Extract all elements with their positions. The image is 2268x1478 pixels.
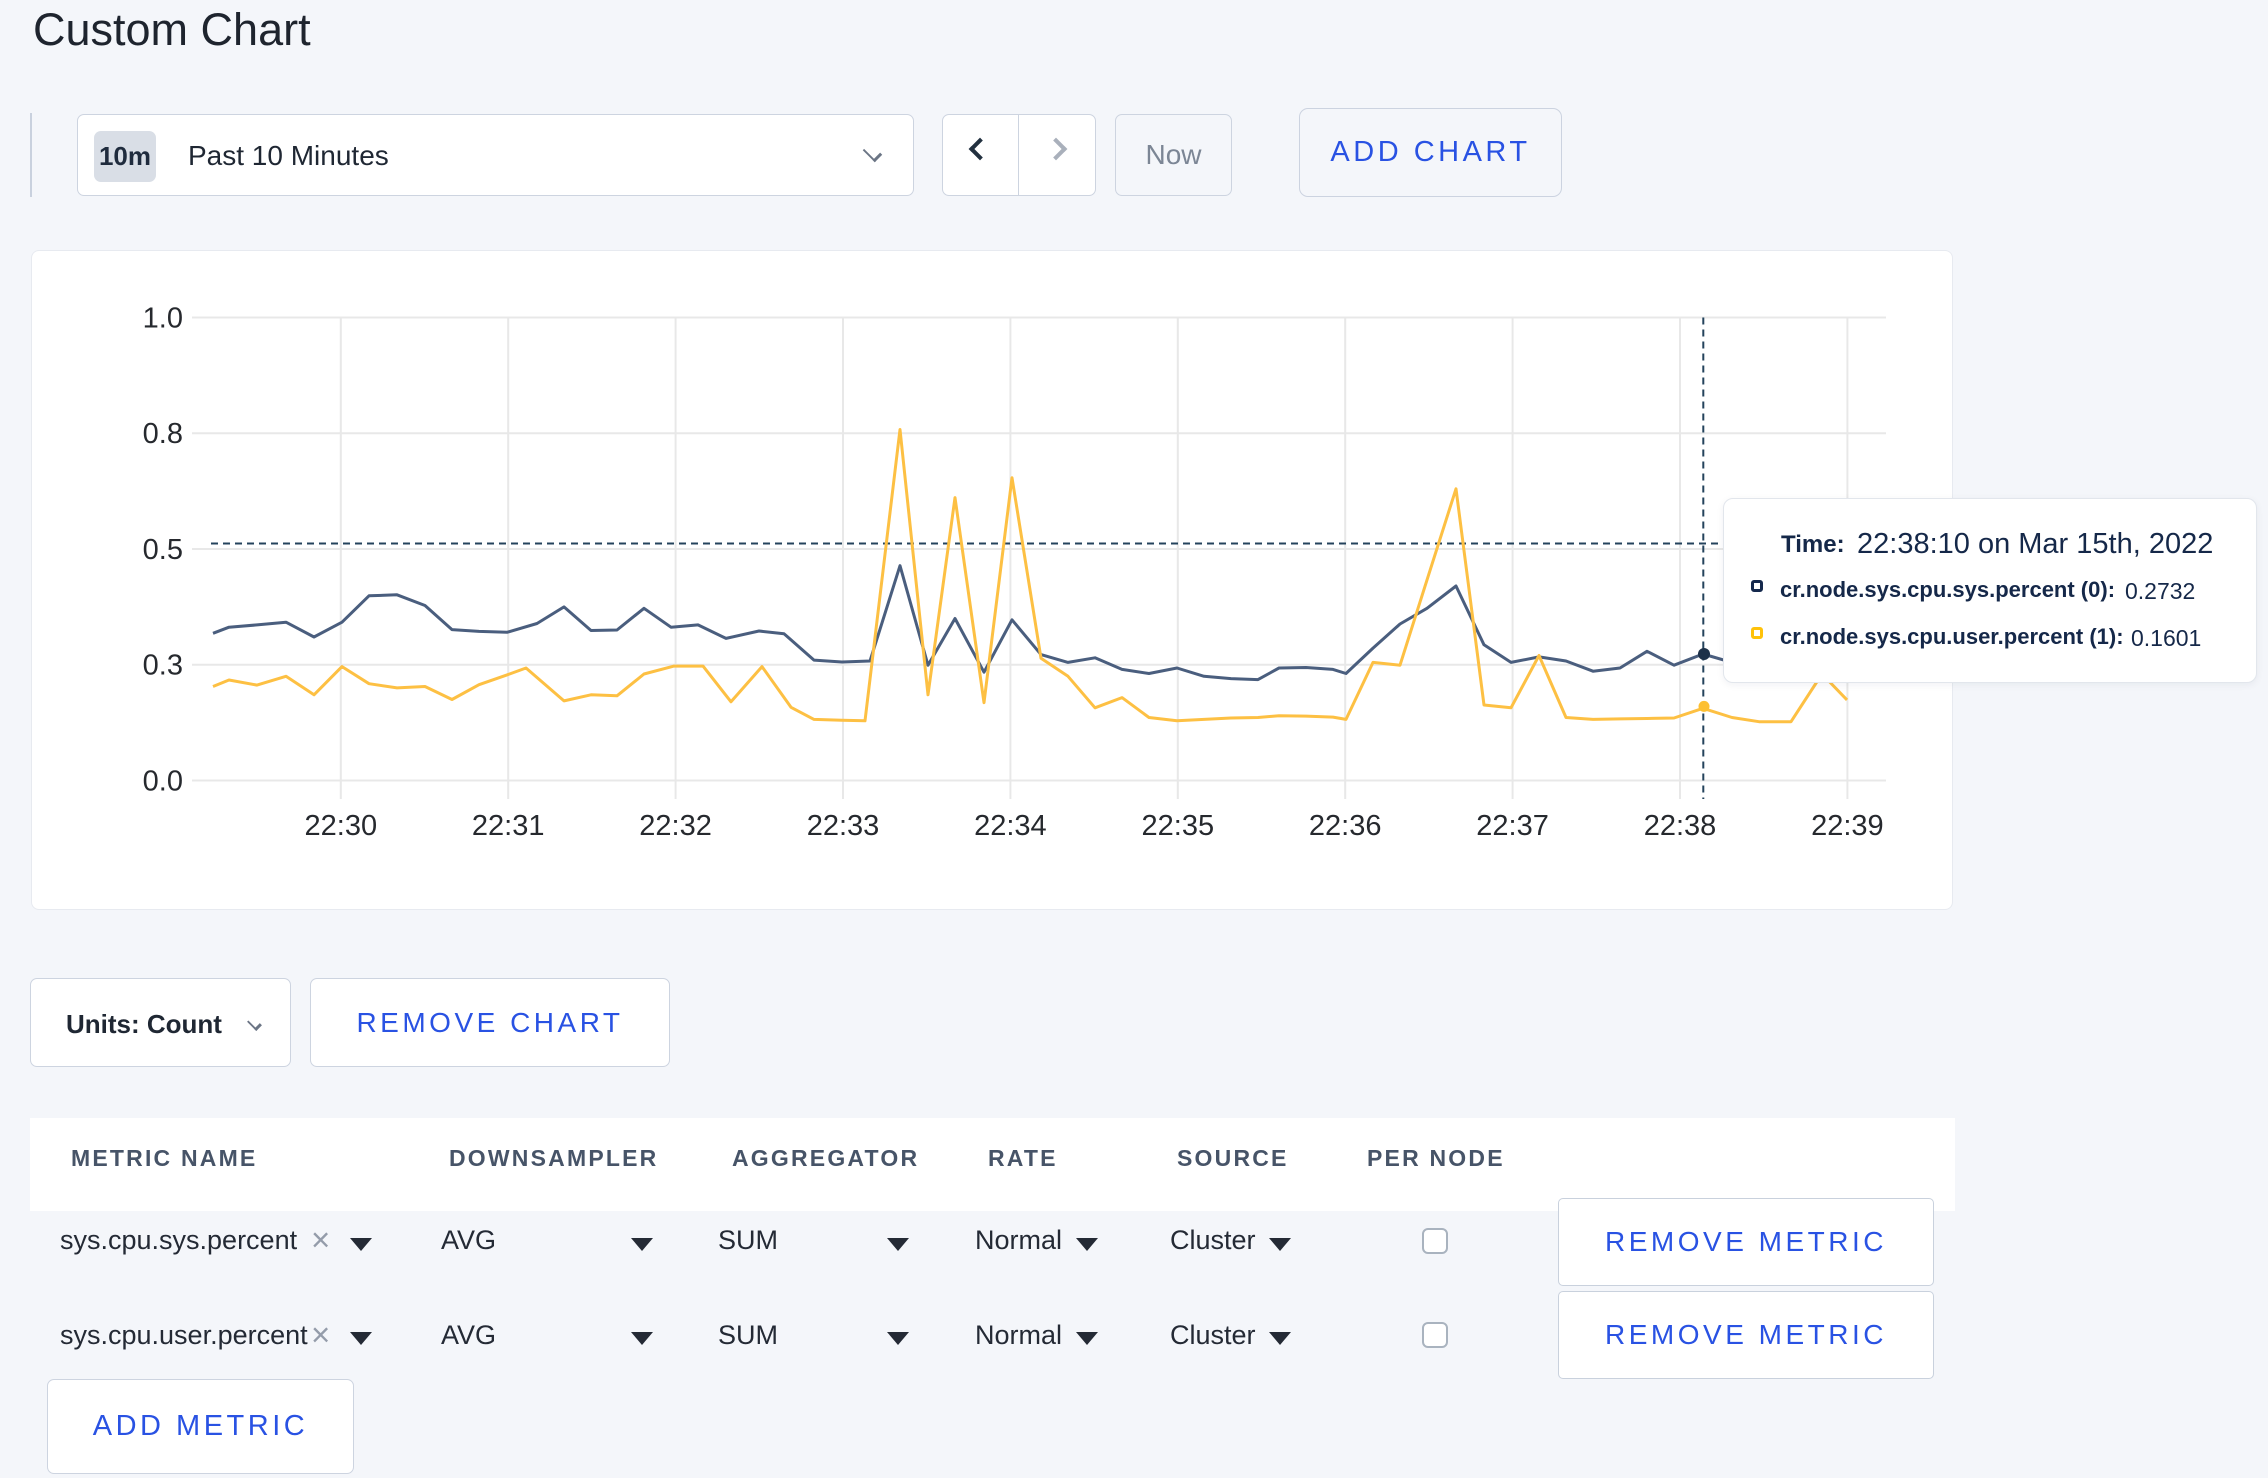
svg-text:0.8: 0.8 [143,418,183,450]
svg-text:22:33: 22:33 [807,810,880,842]
svg-text:0.0: 0.0 [143,766,183,798]
svg-text:22:30: 22:30 [305,810,378,842]
svg-text:22:32: 22:32 [639,810,712,842]
svg-text:0.5: 0.5 [143,534,183,566]
svg-text:0.3: 0.3 [143,650,183,682]
svg-text:22:35: 22:35 [1142,810,1215,842]
svg-text:22:39: 22:39 [1811,810,1884,842]
svg-text:22:31: 22:31 [472,810,545,842]
svg-text:22:38: 22:38 [1644,810,1717,842]
svg-text:1.0: 1.0 [143,303,183,335]
svg-text:22:36: 22:36 [1309,810,1382,842]
svg-text:22:37: 22:37 [1476,810,1549,842]
svg-text:22:34: 22:34 [974,810,1047,842]
